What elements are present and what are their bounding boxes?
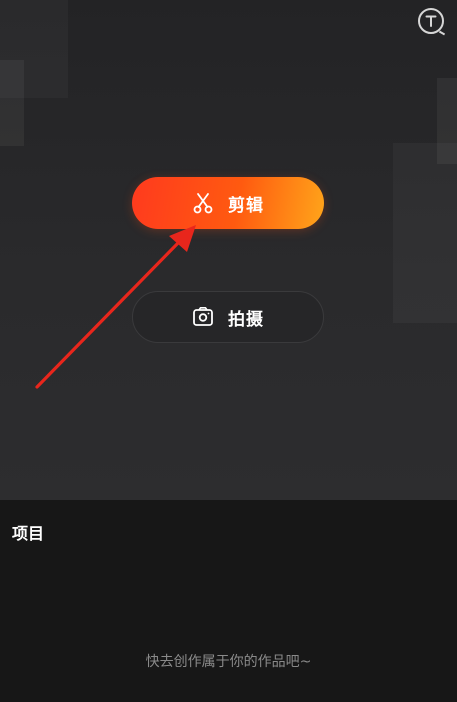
edit-button[interactable]: 剪辑 <box>132 177 324 229</box>
background-decoration <box>393 143 457 323</box>
projects-title: 项目 <box>12 524 45 543</box>
hero-area: 剪辑 拍摄 <box>0 0 457 500</box>
scissors-icon <box>192 192 214 214</box>
empty-projects-hint: 快去创作属于你的作品吧~ <box>145 654 312 670</box>
projects-section: 项目 快去创作属于你的作品吧~ <box>0 500 457 702</box>
shoot-button[interactable]: 拍摄 <box>132 291 324 343</box>
edit-button-label: 剪辑 <box>228 195 264 216</box>
camera-icon <box>192 306 214 328</box>
red-arrow-annotation <box>35 225 196 389</box>
background-decoration <box>0 60 24 146</box>
tutorial-t-icon[interactable] <box>418 8 444 34</box>
shoot-button-label: 拍摄 <box>228 309 264 330</box>
letter-t-glyph <box>425 15 437 27</box>
app-home-screen: 剪辑 拍摄 项目 快去创作属于你的作品吧~ <box>0 0 457 702</box>
